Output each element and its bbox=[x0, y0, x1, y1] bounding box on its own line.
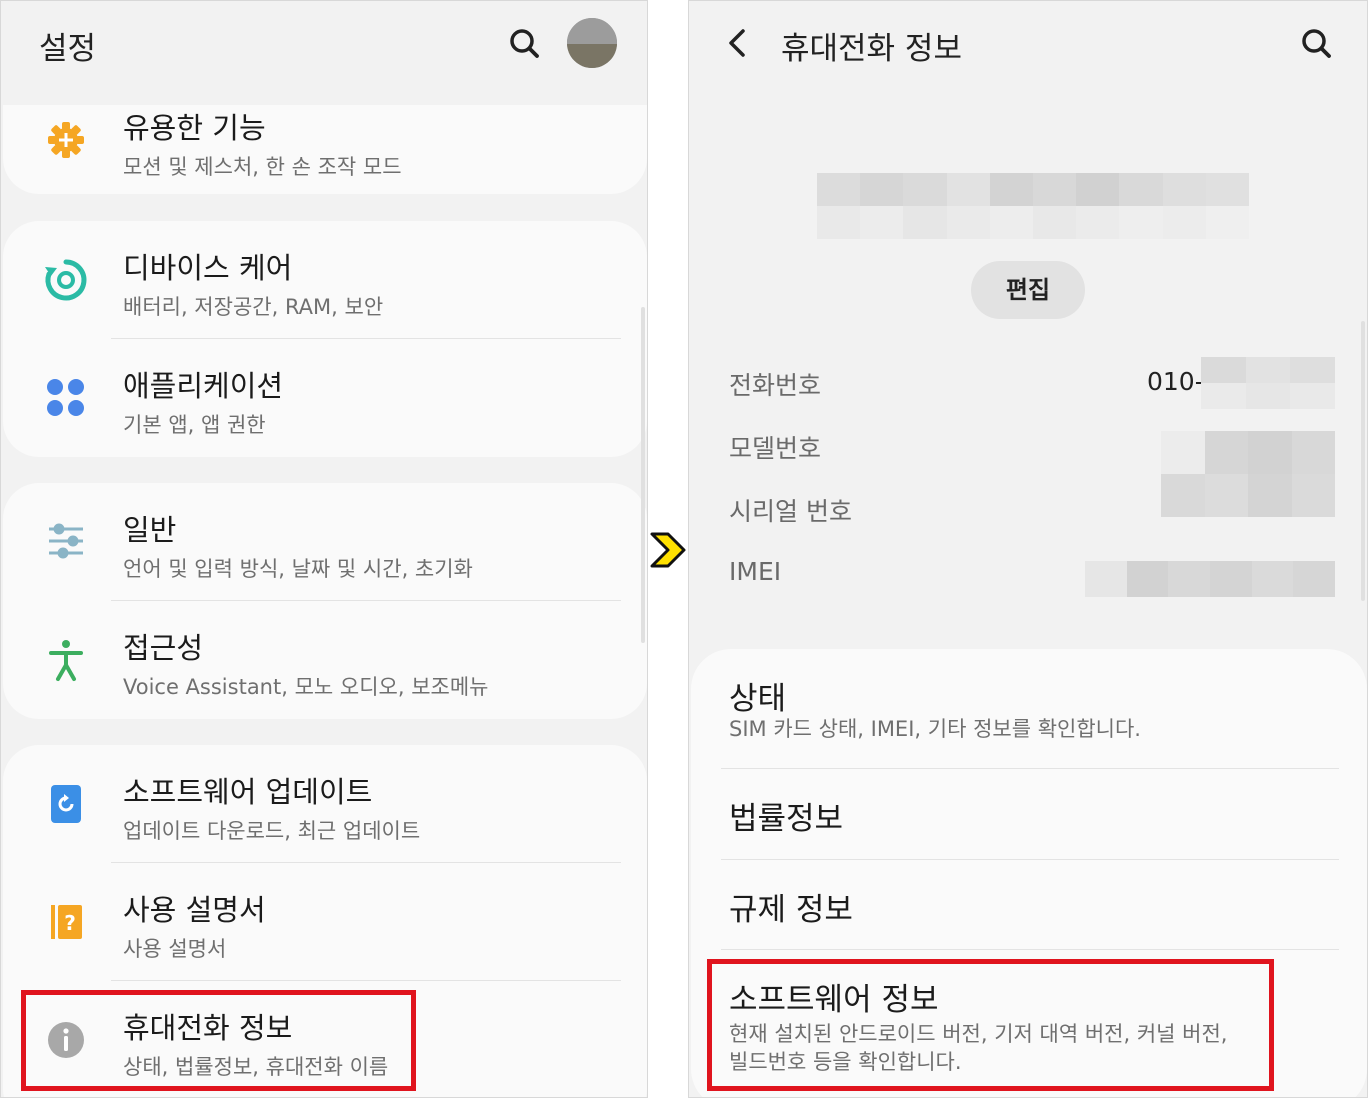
item-sub: 상태, 법률정보, 휴대전화 이름 bbox=[123, 1055, 389, 1079]
edit-button[interactable]: 편집 bbox=[971, 261, 1085, 319]
imei-label: IMEI bbox=[729, 557, 782, 586]
about-item-legal-info[interactable]: 법률정보 bbox=[691, 769, 1367, 859]
advanced-features-icon bbox=[43, 117, 89, 163]
item-sub: 모션 및 제스처, 한 손 조작 모드 bbox=[123, 155, 402, 179]
settings-item-about-phone[interactable]: 휴대전화 정보 상태, 법률정보, 휴대전화 이름 bbox=[3, 981, 647, 1097]
item-sub: SIM 카드 상태, IMEI, 기타 정보를 확인합니다. bbox=[729, 717, 1141, 741]
info-icon bbox=[43, 1017, 89, 1063]
item-label: 애플리케이션 bbox=[123, 369, 284, 403]
item-sub: 사용 설명서 bbox=[123, 937, 227, 961]
item-label: 유용한 기능 bbox=[123, 111, 266, 145]
item-label: 소프트웨어 업데이트 bbox=[123, 775, 373, 809]
item-sub: 업데이트 다운로드, 최근 업데이트 bbox=[123, 819, 421, 843]
item-sub: 현재 설치된 안드로이드 버전, 기저 대역 버전, 커널 버전, bbox=[729, 1022, 1228, 1046]
about-item-regulatory-info[interactable]: 규제 정보 bbox=[691, 860, 1367, 950]
item-label: 일반 bbox=[123, 513, 177, 547]
back-arrow-icon[interactable] bbox=[719, 25, 759, 65]
item-sub: 기본 앱, 앱 권한 bbox=[123, 413, 266, 437]
general-management-icon bbox=[43, 519, 89, 565]
avatar[interactable] bbox=[567, 18, 617, 68]
software-update-icon bbox=[43, 781, 89, 827]
phone-number-label: 전화번호 bbox=[729, 371, 822, 400]
settings-card-advanced: 유용한 기능 모션 및 제스처, 한 손 조작 모드 bbox=[3, 105, 647, 194]
item-label: 접근성 bbox=[123, 631, 204, 665]
next-step-arrow-icon bbox=[648, 530, 688, 570]
settings-item-device-care[interactable]: 디바이스 케어 배터리, 저장공간, RAM, 보안 bbox=[3, 221, 647, 339]
about-item-software-info[interactable]: 소프트웨어 정보 현재 설치된 안드로이드 버전, 기저 대역 버전, 커널 버… bbox=[691, 950, 1367, 1090]
page-title: 휴대전화 정보 bbox=[781, 31, 962, 67]
about-item-status[interactable]: 상태 SIM 카드 상태, IMEI, 기타 정보를 확인합니다. bbox=[691, 649, 1367, 767]
model-serial-redacted bbox=[1161, 431, 1335, 517]
settings-card-general: 일반 언어 및 입력 방식, 날짜 및 시간, 초기화 접근성 Voice As… bbox=[3, 483, 647, 719]
settings-item-general[interactable]: 일반 언어 및 입력 방식, 날짜 및 시간, 초기화 bbox=[3, 483, 647, 601]
item-sub: 배터리, 저장공간, RAM, 보안 bbox=[123, 295, 384, 319]
settings-item-user-manual[interactable]: ? 사용 설명서 사용 설명서 bbox=[3, 863, 647, 981]
item-label: 디바이스 케어 bbox=[123, 251, 293, 285]
about-header: 휴대전화 정보 bbox=[689, 1, 1367, 89]
page-title: 설정 bbox=[39, 31, 97, 67]
device-care-icon bbox=[43, 257, 89, 303]
settings-item-accessibility[interactable]: 접근성 Voice Assistant, 모노 오디오, 보조메뉴 bbox=[3, 601, 647, 719]
item-label: 규제 정보 bbox=[729, 892, 853, 928]
item-label: 소프트웨어 정보 bbox=[729, 982, 939, 1018]
item-sub: 언어 및 입력 방식, 날짜 및 시간, 초기화 bbox=[123, 557, 473, 581]
about-options-card: 상태 SIM 카드 상태, IMEI, 기타 정보를 확인합니다. 법률정보 규… bbox=[691, 649, 1367, 1097]
item-label: 사용 설명서 bbox=[123, 893, 266, 927]
device-name-redacted bbox=[817, 173, 1249, 239]
about-phone-screen: 휴대전화 정보 편집 전화번호 010- 모델번호 시리얼 번호 IMEI 상태… bbox=[688, 0, 1368, 1098]
settings-item-advanced-features[interactable]: 유용한 기능 모션 및 제스처, 한 손 조작 모드 bbox=[3, 81, 647, 199]
search-icon[interactable] bbox=[1297, 24, 1337, 64]
accessibility-icon bbox=[43, 637, 89, 683]
serial-number-label: 시리얼 번호 bbox=[729, 497, 852, 526]
apps-icon bbox=[43, 375, 89, 421]
phone-number-value: 010- bbox=[1147, 367, 1204, 396]
user-manual-icon: ? bbox=[43, 899, 89, 945]
settings-item-software-update[interactable]: 소프트웨어 업데이트 업데이트 다운로드, 최근 업데이트 bbox=[3, 745, 647, 863]
search-icon[interactable] bbox=[505, 24, 545, 64]
settings-item-apps[interactable]: 애플리케이션 기본 앱, 앱 권한 bbox=[3, 339, 647, 457]
settings-card-device: 디바이스 케어 배터리, 저장공간, RAM, 보안 애플리케이션 기본 앱, … bbox=[3, 221, 647, 457]
item-label: 상태 bbox=[729, 681, 787, 717]
settings-card-software: 소프트웨어 업데이트 업데이트 다운로드, 최근 업데이트 ? 사용 설명서 사… bbox=[3, 745, 647, 1097]
imei-redacted bbox=[1085, 561, 1335, 597]
item-sub: Voice Assistant, 모노 오디오, 보조메뉴 bbox=[123, 675, 489, 699]
settings-header: 설정 bbox=[1, 1, 647, 89]
scrollbar[interactable] bbox=[641, 307, 645, 643]
item-label: 휴대전화 정보 bbox=[123, 1011, 293, 1045]
model-number-label: 모델번호 bbox=[729, 434, 822, 463]
phone-number-redacted bbox=[1201, 357, 1335, 409]
item-label: 법률정보 bbox=[729, 801, 844, 837]
scrollbar[interactable] bbox=[1361, 321, 1365, 601]
settings-screen: 설정 유용한 기능 모션 및 제스처, 한 손 조작 모드 디바이스 케어 배터… bbox=[0, 0, 648, 1098]
item-sub-line2: 빌드번호 등을 확인합니다. bbox=[729, 1050, 962, 1074]
svg-text:?: ? bbox=[64, 911, 76, 935]
